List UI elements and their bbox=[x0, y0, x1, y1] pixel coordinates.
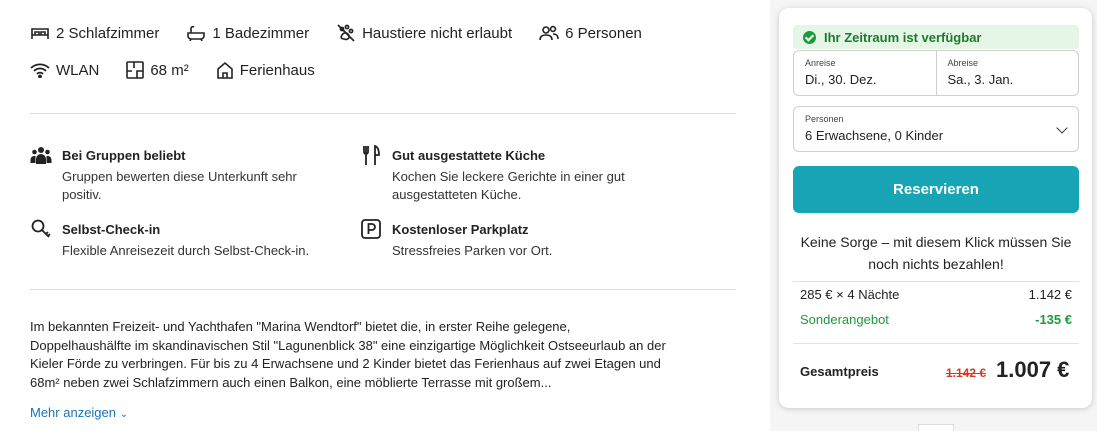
checkout-field[interactable]: Abreise Sa., 3. Jan. bbox=[935, 51, 1079, 95]
amenity-wifi: WLAN bbox=[30, 62, 99, 79]
house-icon bbox=[216, 61, 233, 79]
price-line-special: Sonderangebot -135 € bbox=[800, 312, 1072, 327]
date-picker: Anreise Di., 30. Dez. Abreise Sa., 3. Ja… bbox=[793, 50, 1079, 96]
amenity-label: WLAN bbox=[56, 61, 100, 79]
checkin-field[interactable]: Anreise Di., 30. Dez. bbox=[794, 51, 936, 95]
amenity-pets: Haustiere nicht erlaubt bbox=[336, 24, 512, 42]
chevron-down-icon: ⌄ bbox=[119, 409, 129, 420]
amenity-size: 68 m² bbox=[126, 61, 189, 79]
no-payment-note: Keine Sorge – mit diesem Klick müssen Si… bbox=[800, 234, 1072, 272]
amenity-bathrooms: 1 Badezimmer bbox=[186, 25, 309, 42]
price-line-nights: 285 € × 4 Nächte 1.142 € bbox=[800, 287, 1072, 302]
amenity-label: 1 Badezimmer bbox=[212, 24, 310, 42]
key-search-icon bbox=[31, 219, 51, 238]
wifi-icon bbox=[30, 63, 50, 78]
total-price: 1.007 € bbox=[996, 357, 1070, 382]
highlight-text: Stressfreies Parken vor Ort. bbox=[392, 243, 553, 258]
guests-value: 6 Erwachsene, 0 Kinder bbox=[805, 128, 944, 143]
listing-details: 2 Schlafzimmer 1 Badezimmer Haustiere ni… bbox=[0, 0, 770, 431]
amenity-bedrooms: 2 Schlafzimmer bbox=[30, 25, 159, 42]
checkin-value: Di., 30. Dez. bbox=[805, 72, 877, 87]
highlight-title: Gut ausgestattete Küche bbox=[392, 148, 546, 163]
highlight-text: Gruppen bewerten diese Unterkunft sehr p… bbox=[62, 169, 297, 202]
parking-icon bbox=[361, 219, 381, 239]
amenity-guests: 6 Personen bbox=[539, 25, 642, 42]
amenity-label: Ferienhaus bbox=[239, 61, 315, 79]
highlight-text: Kochen Sie leckere Gerichte in einer gut… bbox=[392, 169, 625, 202]
bed-icon bbox=[31, 28, 49, 39]
amenity-label: 6 Personen bbox=[565, 24, 642, 42]
amenities-row: 2 Schlafzimmer 1 Badezimmer Haustiere ni… bbox=[30, 22, 669, 44]
booking-card: Ihr Zeitraum ist verfügbar Anreise Di., … bbox=[779, 8, 1092, 408]
nights-label: 285 € × 4 Nächte bbox=[800, 287, 900, 302]
people-icon bbox=[539, 25, 559, 41]
amenity-label: Haustiere nicht erlaubt bbox=[362, 24, 513, 42]
amenities-row: WLAN 68 m² Ferienhaus bbox=[30, 59, 669, 81]
floorplan-icon bbox=[126, 61, 145, 79]
divider bbox=[793, 343, 1079, 344]
old-total-price: 1.142 € bbox=[946, 366, 987, 380]
guests-select[interactable]: Personen 6 Erwachsene, 0 Kinder bbox=[793, 106, 1079, 152]
check-circle-icon bbox=[803, 30, 816, 44]
special-label: Sonderangebot bbox=[800, 312, 889, 327]
special-value: -135 € bbox=[1035, 312, 1072, 327]
show-more-link[interactable]: Mehr anzeigen ⌄ bbox=[30, 405, 128, 420]
checkin-label: Anreise bbox=[805, 58, 836, 68]
listing-description: Im bekannten Freizeit- und Yachthafen "M… bbox=[30, 319, 666, 390]
amenity-label: 68 m² bbox=[150, 61, 189, 79]
highlight-title: Selbst-Check-in bbox=[62, 222, 161, 237]
reserve-button[interactable]: Reservieren bbox=[793, 166, 1079, 213]
show-more-label: Mehr anzeigen bbox=[30, 405, 116, 420]
partial-element bbox=[918, 424, 954, 431]
guests-label: Personen bbox=[805, 114, 844, 124]
availability-text: Ihr Zeitraum ist verfügbar bbox=[824, 29, 982, 45]
highlight-text: Flexible Anreisezeit durch Selbst-Check-… bbox=[62, 243, 310, 258]
checkout-value: Sa., 3. Jan. bbox=[947, 72, 1014, 87]
nights-value: 1.142 € bbox=[1028, 287, 1072, 302]
amenity-type: Ferienhaus bbox=[216, 61, 315, 79]
no-pets-icon bbox=[337, 24, 355, 42]
checkout-label: Abreise bbox=[947, 58, 979, 68]
total-label: Gesamtpreis bbox=[800, 364, 879, 379]
cutlery-icon bbox=[363, 144, 380, 165]
highlight-title: Bei Gruppen beliebt bbox=[62, 148, 186, 163]
divider bbox=[793, 281, 1079, 282]
amenity-label: 2 Schlafzimmer bbox=[56, 24, 160, 42]
availability-banner: Ihr Zeitraum ist verfügbar bbox=[793, 25, 1079, 49]
highlight-title: Kostenloser Parkplatz bbox=[392, 222, 529, 237]
bathtub-icon bbox=[187, 25, 206, 41]
amenities-list: 2 Schlafzimmer 1 Badezimmer Haustiere ni… bbox=[30, 22, 669, 96]
divider bbox=[30, 289, 736, 290]
group-icon bbox=[30, 147, 52, 164]
divider bbox=[30, 113, 736, 114]
